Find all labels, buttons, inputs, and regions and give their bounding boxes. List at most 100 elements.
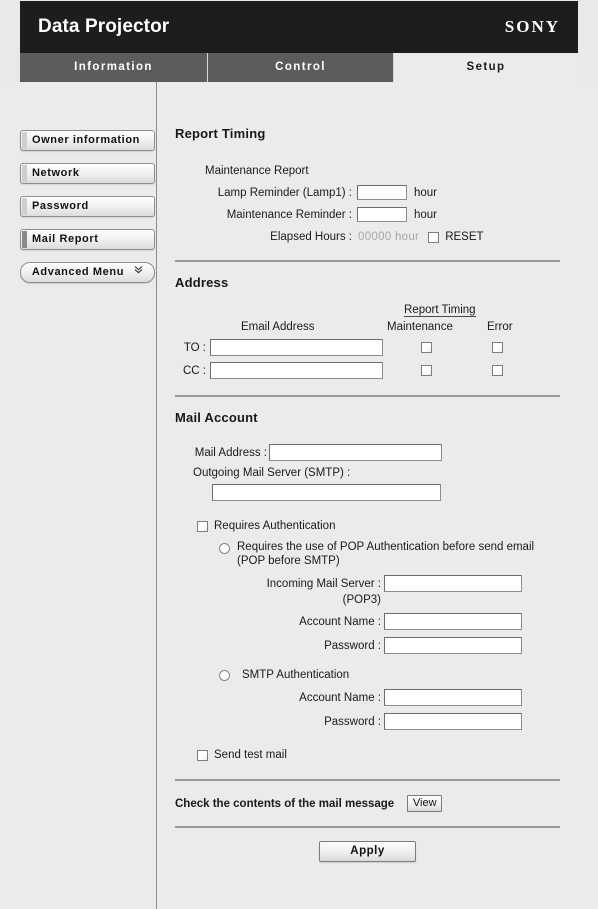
apply-button-area: Apply [175,841,560,862]
cc-label: CC : [183,364,206,377]
smtp-password-row: Password : [175,713,580,730]
smtp-password-input[interactable] [384,713,522,730]
address-report-timing-header: Report Timing [404,304,476,317]
tab-bar: Information Control Setup [20,53,578,82]
app-header: Data Projector SONY [20,1,578,53]
requires-auth-row[interactable]: Requires Authentication [197,520,580,532]
sidebar-divider [156,82,157,909]
divider-address [175,395,560,397]
address-headers: Report Timing Email Address Maintenance … [175,304,580,340]
pop-account-name-label: Account Name : [299,615,381,628]
page-body: Owner information Network Password Mail … [0,82,598,909]
mail-address-label: Mail Address : [194,446,267,459]
sidebar-item-label: Mail Report [32,233,99,245]
sidebar-item-label: Owner information [32,134,140,146]
incoming-mail-server-row: Incoming Mail Server : [175,575,580,592]
smtp-account-name-row: Account Name : [175,689,580,706]
pop-password-row: Password : [175,637,580,654]
smtp-password-label: Password : [324,715,381,728]
section-title-report-timing: Report Timing [175,126,266,141]
to-error-checkbox[interactable] [492,342,503,353]
maintenance-reminder-row: Maintenance Reminder : hour [175,207,580,222]
smtp-authentication-radio[interactable] [219,669,230,681]
mail-address-row: Mail Address : [175,444,580,461]
maintenance-report-label: Maintenance Report [205,165,309,177]
maintenance-reminder-unit: hour [414,208,438,221]
divider-footer [175,826,560,828]
smtp-server-input[interactable] [212,484,441,501]
sidebar-item-label: Password [32,200,89,212]
chevron-double-down-icon [131,266,143,276]
pop-password-label: Password : [324,639,381,652]
to-email-input[interactable] [210,339,383,356]
sidebar-item-password[interactable]: Password [20,196,155,217]
sidebar-accent-bar [22,165,27,182]
cc-email-input[interactable] [210,362,383,379]
divider-mail-account [175,779,560,781]
mail-address-input[interactable] [269,444,442,461]
elapsed-hours-value: 00000 hour [358,231,420,243]
maintenance-reminder-label: Maintenance Reminder : [226,208,352,221]
sidebar-accent-bar [22,198,27,215]
requires-authentication-checkbox[interactable] [197,520,208,532]
maintenance-reminder-input[interactable] [357,207,407,222]
sidebar-item-label: Network [32,167,80,179]
sidebar-item-owner-information[interactable]: Owner information [20,130,155,151]
view-button[interactable]: View [407,795,443,812]
settings-content: Report Timing Maintenance Report Lamp Re… [175,82,580,862]
reset-checkbox[interactable] [428,231,440,243]
sidebar-item-advanced-menu[interactable]: Advanced Menu [20,262,155,283]
pop-account-name-input[interactable] [384,613,522,630]
address-row-to: TO : [175,339,580,356]
tab-information[interactable]: Information [20,53,208,82]
smtp-server-label: Outgoing Mail Server (SMTP) : [193,467,351,479]
error-header: Error [487,321,513,333]
sidebar-item-network[interactable]: Network [20,163,155,184]
reset-label: RESET [445,231,484,243]
divider-report-timing [175,260,560,262]
section-title-mail-account: Mail Account [175,410,258,425]
pop-before-smtp-option[interactable]: Requires the use of POP Authentication b… [219,541,580,567]
sidebar-accent-bar [22,132,27,149]
tab-setup[interactable]: Setup [394,53,578,82]
pop-password-input[interactable] [384,637,522,654]
chevron-double-down-glyph [134,266,143,274]
check-contents-label: Check the contents of the mail message [175,797,395,810]
apply-button[interactable]: Apply [319,841,416,862]
incoming-mail-server-label-pop3: (POP3) [342,594,381,606]
check-contents-row: Check the contents of the mail message V… [175,795,580,812]
cc-error-checkbox[interactable] [492,365,503,376]
lamp-reminder-row: Lamp Reminder (Lamp1) : hour [175,185,580,200]
lamp-reminder-input[interactable] [357,185,407,200]
section-title-address: Address [175,275,229,290]
send-test-mail-row[interactable]: Send test mail [197,749,580,761]
to-maintenance-checkbox[interactable] [421,342,432,353]
email-address-header: Email Address [241,321,315,333]
sidebar-item-label: Advanced Menu [31,266,125,278]
page-title: Data Projector [38,16,170,37]
pop-before-smtp-label-line1: Requires the use of POP Authentication b… [237,541,535,553]
elapsed-hours-label: Elapsed Hours : [270,231,352,243]
address-row-cc: CC : [175,362,580,379]
sidebar: Owner information Network Password Mail … [20,130,156,295]
to-label: TO : [183,341,206,354]
smtp-account-name-label: Account Name : [299,691,381,704]
tab-control[interactable]: Control [208,53,394,82]
pop-account-name-row: Account Name : [175,613,580,630]
sony-logo: SONY [504,17,560,36]
requires-authentication-label: Requires Authentication [214,520,336,532]
maintenance-header: Maintenance [387,321,453,333]
sidebar-accent-bar [22,231,27,248]
pop-before-smtp-label-line2: (POP before SMTP) [237,555,340,567]
smtp-authentication-option[interactable]: SMTP Authentication [219,669,580,681]
pop-before-smtp-radio[interactable] [219,543,230,554]
cc-maintenance-checkbox[interactable] [421,365,432,376]
send-test-mail-checkbox[interactable] [197,749,208,761]
smtp-authentication-label: SMTP Authentication [242,669,350,681]
elapsed-hours-row: Elapsed Hours : 00000 hour RESET [175,231,580,243]
sidebar-item-mail-report[interactable]: Mail Report [20,229,155,250]
smtp-account-name-input[interactable] [384,689,522,706]
send-test-mail-label: Send test mail [214,749,287,761]
incoming-mail-server-input[interactable] [384,575,522,592]
incoming-mail-server-label: Incoming Mail Server : [266,577,381,590]
